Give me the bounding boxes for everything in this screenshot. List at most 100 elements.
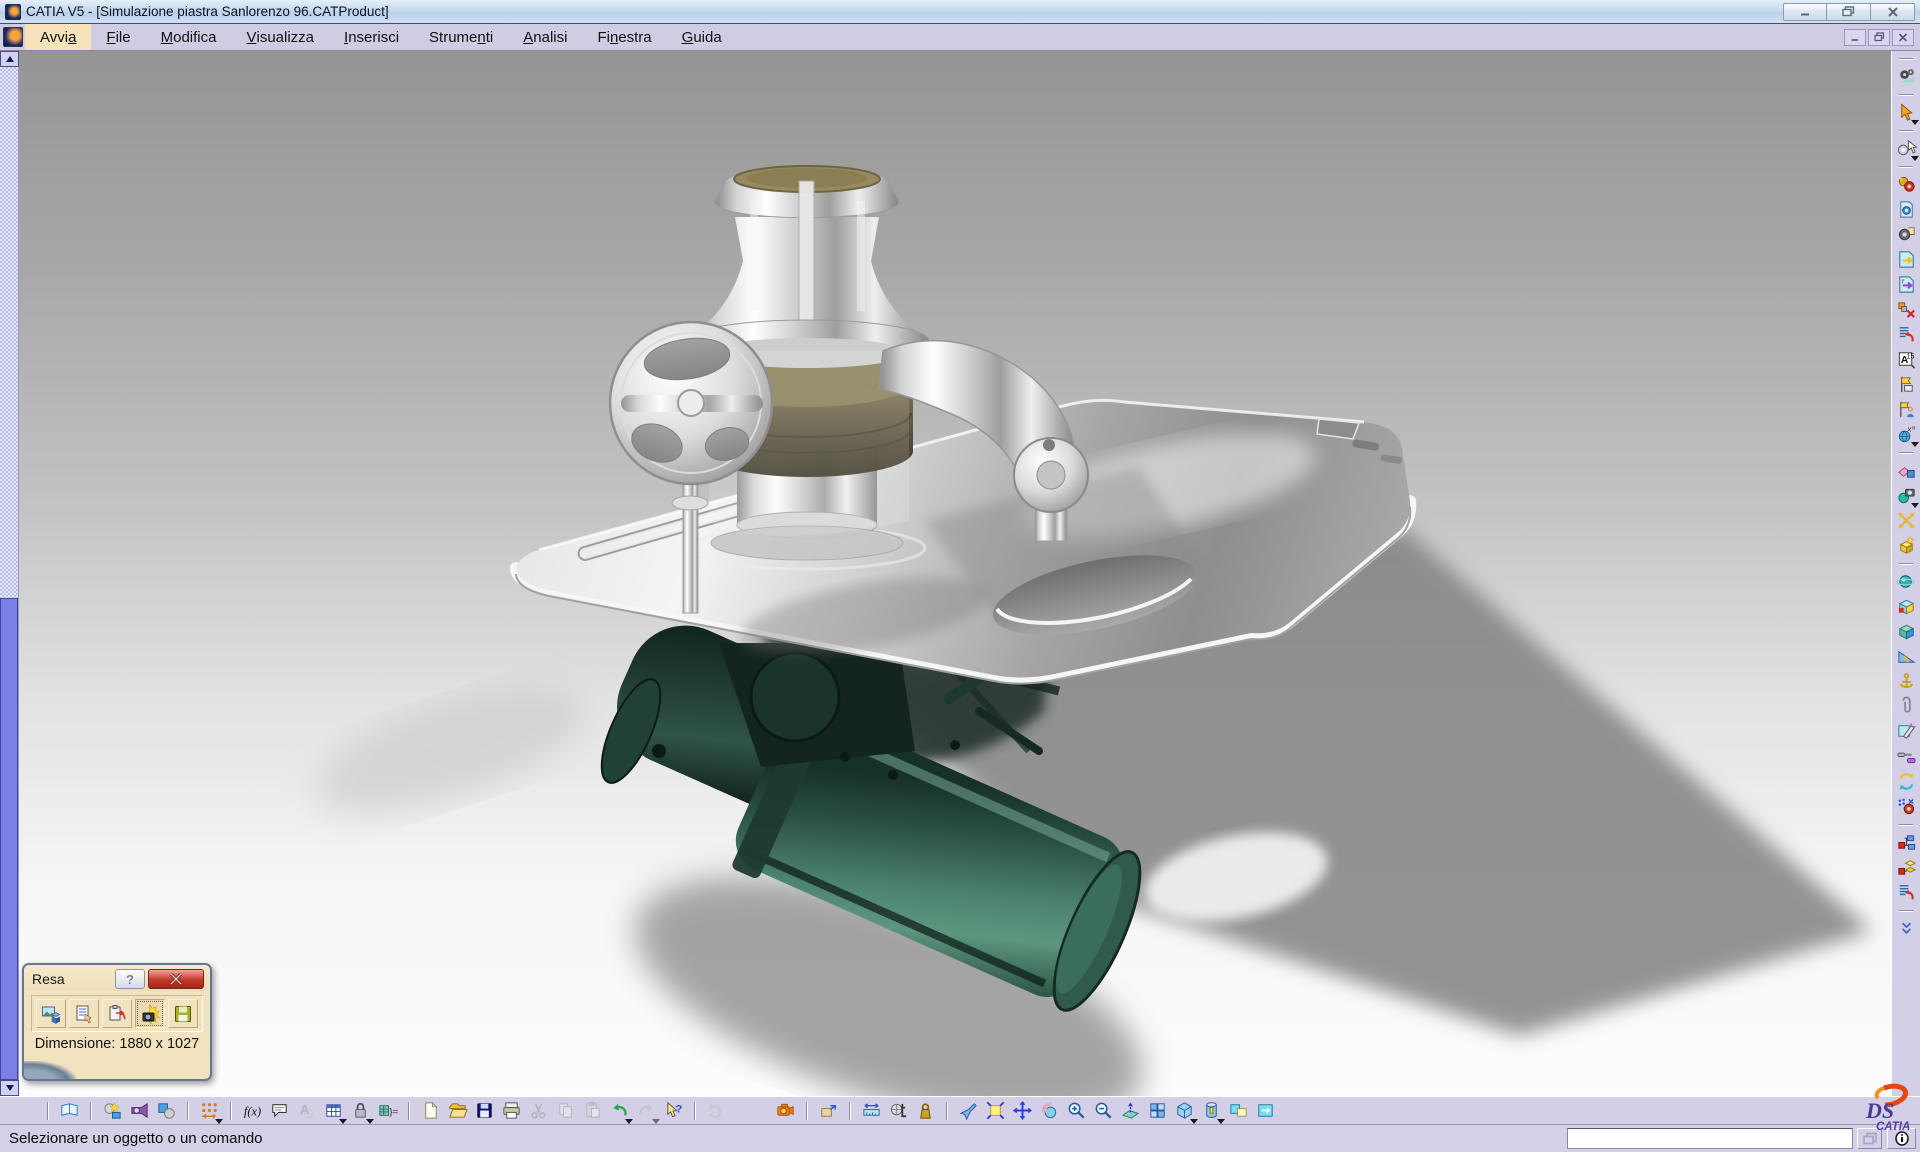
scroll-track[interactable] <box>0 67 19 1080</box>
catalog-button[interactable] <box>196 1098 223 1124</box>
titlebar[interactable]: CATIA V5 - [Simulazione piastra Sanloren… <box>0 0 1920 24</box>
dropdown-arrow-icon[interactable] <box>1911 442 1919 447</box>
dropdown-arrow-icon[interactable] <box>366 1119 374 1124</box>
menu-item-avvia[interactable]: Avvia <box>25 24 91 50</box>
measure-frame-button[interactable] <box>1894 719 1919 744</box>
more-toolbars-button[interactable] <box>1894 916 1919 941</box>
fit-all-in-button[interactable] <box>982 1098 1009 1124</box>
dropdown-arrow-icon[interactable] <box>625 1119 633 1124</box>
attach-button[interactable] <box>1894 694 1919 719</box>
menu-item-strumenti[interactable]: Strumenti <box>414 24 508 50</box>
flag-review-button[interactable] <box>1894 397 1919 422</box>
update-button[interactable] <box>703 1098 730 1124</box>
toolbar-separator[interactable] <box>90 1102 92 1120</box>
swap-visible-space-button[interactable] <box>1252 1098 1279 1124</box>
dmu-navigator-button[interactable] <box>1894 508 1919 533</box>
dropdown-arrow-icon[interactable] <box>1911 156 1919 161</box>
shoot-box-button[interactable] <box>815 1098 842 1124</box>
toolbar-separator[interactable] <box>408 1102 410 1120</box>
hide-show-button[interactable] <box>1225 1098 1252 1124</box>
apply-material-button[interactable] <box>1894 458 1919 483</box>
select-button[interactable] <box>1894 100 1919 125</box>
flag-note-button[interactable] <box>1894 372 1919 397</box>
formula-button[interactable]: f(x) <box>239 1098 266 1124</box>
text-button[interactable]: A <box>293 1098 320 1124</box>
paste-button[interactable] <box>579 1098 606 1124</box>
fly-mode-button[interactable] <box>955 1098 982 1124</box>
scene-options-button[interactable] <box>69 999 99 1028</box>
rendering-camera-button[interactable] <box>126 1098 153 1124</box>
new-component-button[interactable] <box>1894 533 1919 558</box>
dialog-help-button[interactable]: ? <box>115 969 145 989</box>
mdi-restore-button[interactable] <box>1868 29 1890 46</box>
scroll-down-button[interactable] <box>0 1080 19 1096</box>
catalog-browser-button[interactable] <box>56 1098 83 1124</box>
render-style-button[interactable] <box>1198 1098 1225 1124</box>
simulation-doc-button[interactable] <box>1894 197 1919 222</box>
dialog-close-button[interactable] <box>148 969 204 989</box>
toolbar-separator[interactable] <box>1899 452 1913 454</box>
toolbar-separator[interactable] <box>946 1102 948 1120</box>
pan-button[interactable] <box>1009 1098 1036 1124</box>
cut-button[interactable] <box>525 1098 552 1124</box>
toolbar-separator[interactable] <box>1899 824 1913 826</box>
isometric-view-button[interactable] <box>1171 1098 1198 1124</box>
material-render-button[interactable] <box>99 1098 126 1124</box>
toolbar-separator[interactable] <box>230 1102 232 1120</box>
whats-this-button[interactable]: ? <box>660 1098 687 1124</box>
dropdown-arrow-icon[interactable] <box>215 1119 223 1124</box>
protractor-button[interactable] <box>1894 644 1919 669</box>
toolbar-separator[interactable] <box>806 1102 808 1120</box>
toolbar-separator[interactable] <box>187 1102 189 1120</box>
toolbar-separator[interactable] <box>1899 166 1913 168</box>
menu-item-finestra[interactable]: Finestra <box>582 24 666 50</box>
tools-button[interactable] <box>1894 744 1919 769</box>
lock-button[interactable] <box>347 1098 374 1124</box>
new-document-button[interactable] <box>417 1098 444 1124</box>
toolbar-separator[interactable] <box>47 1102 49 1120</box>
generate-structure-button[interactable] <box>1894 855 1919 880</box>
render-shot-button[interactable] <box>135 999 165 1028</box>
create-views-button[interactable] <box>1144 1098 1171 1124</box>
save-render-button[interactable] <box>168 999 198 1028</box>
annotation-button[interactable]: A15 <box>1894 347 1919 372</box>
toolbar-separator[interactable] <box>1899 130 1913 132</box>
toolbar-separator[interactable] <box>1899 563 1913 565</box>
print-button[interactable] <box>498 1098 525 1124</box>
undo-button[interactable] <box>606 1098 633 1124</box>
reset-positions-button[interactable] <box>1894 880 1919 905</box>
viewport-3d[interactable]: Resa ? Dimensione: 1880 x 1027 <box>19 51 1891 1096</box>
scroll-up-button[interactable] <box>0 51 19 67</box>
knowledge-formula-button[interactable]: xn <box>1894 422 1919 447</box>
open-button[interactable] <box>444 1098 471 1124</box>
copy-button[interactable] <box>552 1098 579 1124</box>
export-data-button[interactable] <box>1894 247 1919 272</box>
measure-item-button[interactable] <box>885 1098 912 1124</box>
rendered-model[interactable] <box>19 51 1891 1096</box>
dropdown-arrow-icon[interactable] <box>339 1119 347 1124</box>
measure-between-button[interactable] <box>858 1098 885 1124</box>
transfer-render-button[interactable] <box>102 999 132 1028</box>
comment-button[interactable] <box>266 1098 293 1124</box>
menu-item-visualizza[interactable]: Visualizza <box>231 24 329 50</box>
dropdown-arrow-icon[interactable] <box>1217 1119 1225 1124</box>
export-formula-button[interactable]: f <box>1894 272 1919 297</box>
design-table-button[interactable] <box>320 1098 347 1124</box>
toolbar-separator[interactable] <box>1899 58 1913 60</box>
delete-component-button[interactable] <box>1894 297 1919 322</box>
menu-item-file[interactable]: File <box>91 24 145 50</box>
menu-item-inserisci[interactable]: Inserisci <box>329 24 414 50</box>
manipulation-button[interactable] <box>1894 136 1919 161</box>
zoom-in-button[interactable] <box>1063 1098 1090 1124</box>
menu-item-guida[interactable]: Guida <box>667 24 737 50</box>
redo-button[interactable] <box>633 1098 660 1124</box>
render-dialog-titlebar[interactable]: Resa ? <box>24 965 210 991</box>
close-button[interactable] <box>1871 3 1915 21</box>
generate-mechanism-button[interactable] <box>1894 222 1919 247</box>
mechanism-button[interactable] <box>1894 172 1919 197</box>
toolbar-separator[interactable] <box>1899 94 1913 96</box>
save-button[interactable] <box>471 1098 498 1124</box>
zoom-out-button[interactable] <box>1090 1098 1117 1124</box>
product-structure-button[interactable] <box>1894 830 1919 855</box>
minimize-button[interactable] <box>1783 3 1827 21</box>
